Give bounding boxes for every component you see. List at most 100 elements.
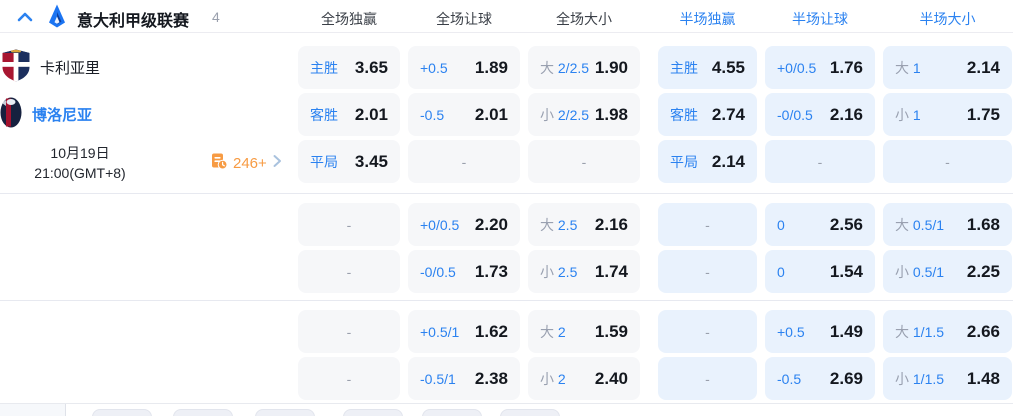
- odds-value: 2.16: [830, 105, 863, 125]
- odds-cell[interactable]: -: [658, 310, 757, 353]
- odds-cell[interactable]: 小 0.5/12.25: [883, 250, 1012, 293]
- odds-cell[interactable]: -: [408, 140, 520, 183]
- odds-value: 2.38: [475, 369, 508, 389]
- odds-cell[interactable]: +0/0.51.76: [765, 46, 875, 89]
- odds-label: 小 1: [895, 105, 921, 125]
- odds-cell[interactable]: 小 2.51.74: [528, 250, 640, 293]
- odds-cell[interactable]: +0.51.89: [408, 46, 520, 89]
- odds-value: 2.14: [712, 152, 745, 172]
- filter-chip[interactable]: [173, 409, 233, 416]
- odds-empty-dash: -: [945, 154, 950, 170]
- bologna-crest-icon: [0, 97, 22, 133]
- odds-cell[interactable]: 主胜 4.55: [658, 46, 757, 89]
- odds-cell[interactable]: -: [658, 357, 757, 400]
- match-datetime: 10月19日 21:00(GMT+8): [0, 143, 160, 183]
- odds-value: 2.20: [475, 215, 508, 235]
- odds-label: +0.5: [777, 324, 805, 340]
- odds-cell[interactable]: 客胜2.01: [298, 93, 400, 136]
- odds-cell[interactable]: +0/0.52.20: [408, 203, 520, 246]
- column-header-full-1: 全场让球: [436, 9, 492, 29]
- odds-value: 2.74: [712, 105, 745, 125]
- odds-label: 主胜: [670, 58, 698, 78]
- odds-value: 2.56: [830, 215, 863, 235]
- filter-chip[interactable]: [343, 409, 403, 416]
- odds-label: 主胜: [310, 58, 338, 78]
- odds-label: 大 2.5: [540, 215, 577, 235]
- odds-cell[interactable]: -: [765, 140, 875, 183]
- odds-cell[interactable]: 大 1/1.5 2.66: [883, 310, 1012, 353]
- odds-label: 客胜: [310, 105, 338, 125]
- odds-value: 1.74: [595, 262, 628, 282]
- odds-empty-dash: -: [705, 324, 710, 340]
- odds-cell[interactable]: -: [658, 250, 757, 293]
- away-team-row[interactable]: 博洛尼亚: [0, 93, 92, 136]
- odds-cell[interactable]: -: [298, 250, 400, 293]
- odds-empty-dash: -: [347, 324, 352, 340]
- odds-cell[interactable]: 大 12.14: [883, 46, 1012, 89]
- odds-cell[interactable]: -: [298, 203, 400, 246]
- odds-cell[interactable]: -0.52.01: [408, 93, 520, 136]
- odds-cell[interactable]: 主胜 3.65: [298, 46, 400, 89]
- odds-cell[interactable]: 平局3.45: [298, 140, 400, 183]
- odds-cell[interactable]: 客胜2.74: [658, 93, 757, 136]
- odds-board: 意大利甲级联赛 4 全场独赢全场让球全场大小半场独赢半场让球半场大小 卡利亚里: [0, 0, 1013, 416]
- odds-cell[interactable]: -0.5/1 2.38: [408, 357, 520, 400]
- odds-label: -0.5/1: [420, 371, 456, 387]
- odds-cell[interactable]: -0/0.51.73: [408, 250, 520, 293]
- odds-value: 1.76: [830, 58, 863, 78]
- filter-chip[interactable]: [255, 409, 315, 416]
- odds-cell[interactable]: 小 1/1.51.48: [883, 357, 1012, 400]
- next-section-left-block: [0, 404, 66, 416]
- odds-cell[interactable]: 小 22.40: [528, 357, 640, 400]
- odds-cell[interactable]: -: [883, 140, 1012, 183]
- odds-value: 4.55: [712, 58, 745, 78]
- league-title: 意大利甲级联赛: [77, 7, 189, 31]
- collapse-chevron-up-icon[interactable]: [16, 8, 34, 26]
- odds-empty-dash: -: [347, 371, 352, 387]
- odds-empty-dash: -: [705, 371, 710, 387]
- odds-label: 大 1/1.5: [895, 322, 944, 342]
- markets-document-clock-icon: [210, 152, 228, 175]
- filter-chip[interactable]: [500, 409, 560, 416]
- odds-value: 1.48: [967, 369, 1000, 389]
- filter-chip[interactable]: [422, 409, 482, 416]
- odds-cell[interactable]: 小 2/2.51.98: [528, 93, 640, 136]
- home-team-row: 卡利亚里: [0, 46, 100, 89]
- column-header-full-0: 全场独赢: [321, 9, 377, 29]
- odds-label: 小 2: [540, 369, 566, 389]
- odds-cell[interactable]: 小 11.75: [883, 93, 1012, 136]
- odds-cell[interactable]: -: [658, 203, 757, 246]
- odds-empty-dash: -: [705, 264, 710, 280]
- odds-cell[interactable]: +0.51.49: [765, 310, 875, 353]
- odds-value: 2.66: [967, 322, 1000, 342]
- odds-value: 3.65: [355, 58, 388, 78]
- odds-label: -0/0.5: [420, 264, 456, 280]
- more-markets-link[interactable]: 246+: [210, 152, 283, 175]
- odds-value: 2.01: [475, 105, 508, 125]
- filter-chip[interactable]: [92, 409, 152, 416]
- odds-label: 0: [777, 217, 785, 233]
- odds-cell[interactable]: 平局2.14: [658, 140, 757, 183]
- odds-empty-dash: -: [347, 217, 352, 233]
- odds-cell[interactable]: -: [298, 357, 400, 400]
- odds-cell[interactable]: -: [298, 310, 400, 353]
- match-date: 10月19日: [0, 143, 160, 163]
- odds-cell[interactable]: -0/0.52.16: [765, 93, 875, 136]
- odds-cell[interactable]: +0.5/11.62: [408, 310, 520, 353]
- odds-cell[interactable]: 大 21.59: [528, 310, 640, 353]
- odds-cell[interactable]: 大 2/2.51.90: [528, 46, 640, 89]
- odds-cell[interactable]: 大 2.52.16: [528, 203, 640, 246]
- odds-cell[interactable]: 大 0.5/11.68: [883, 203, 1012, 246]
- odds-cell[interactable]: -: [528, 140, 640, 183]
- odds-value: 1.59: [595, 322, 628, 342]
- odds-cell[interactable]: 01.54: [765, 250, 875, 293]
- odds-value: 2.69: [830, 369, 863, 389]
- odds-value: 1.89: [475, 58, 508, 78]
- odds-value: 1.98: [595, 105, 628, 125]
- odds-label: 大 0.5/1: [895, 215, 944, 235]
- odds-label: 大 2/2.5: [540, 58, 589, 78]
- odds-cell[interactable]: -0.52.69: [765, 357, 875, 400]
- away-team-name[interactable]: 博洛尼亚: [32, 104, 92, 125]
- home-team-name: 卡利亚里: [40, 57, 100, 78]
- odds-cell[interactable]: 02.56: [765, 203, 875, 246]
